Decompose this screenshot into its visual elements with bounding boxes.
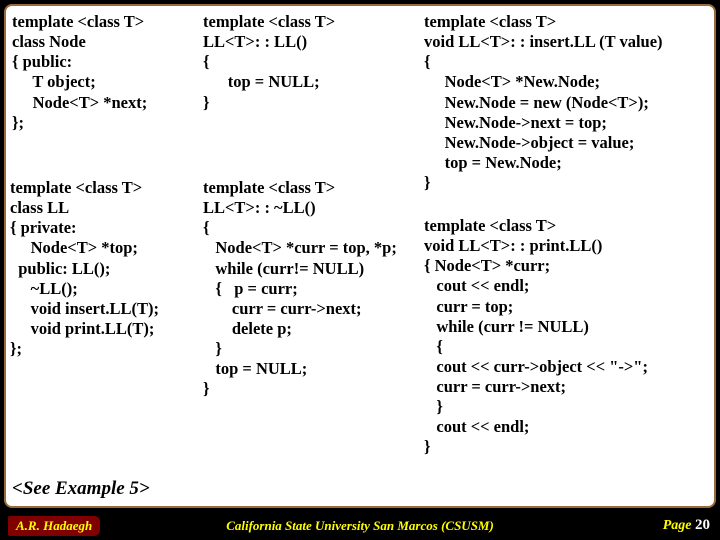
footer-page-number: 20 [695,517,710,533]
code-block-ll-dtor: template <class T> LL<T>: : ~LL() { Node… [203,178,397,399]
footer: A.R. Hadaegh California State University… [4,512,716,536]
footer-author: A.R. Hadaegh [8,516,100,536]
code-block-insert: template <class T> void LL<T>: : insert.… [424,12,663,193]
see-example-note: <See Example 5> [12,478,150,500]
code-block-node-class: template <class T> class Node { public: … [12,12,147,133]
content-area: template <class T> class Node { public: … [4,4,716,508]
footer-page-label: Page [663,518,695,533]
slide: template <class T> class Node { public: … [0,0,720,540]
footer-university: California State University San Marcos (… [226,518,494,534]
code-block-ll-ctor: template <class T> LL<T>: : LL() { top =… [203,12,335,113]
code-block-ll-class: template <class T> class LL { private: N… [10,178,159,359]
footer-page: Page 20 [663,517,710,534]
code-block-print: template <class T> void LL<T>: : print.L… [424,216,648,458]
